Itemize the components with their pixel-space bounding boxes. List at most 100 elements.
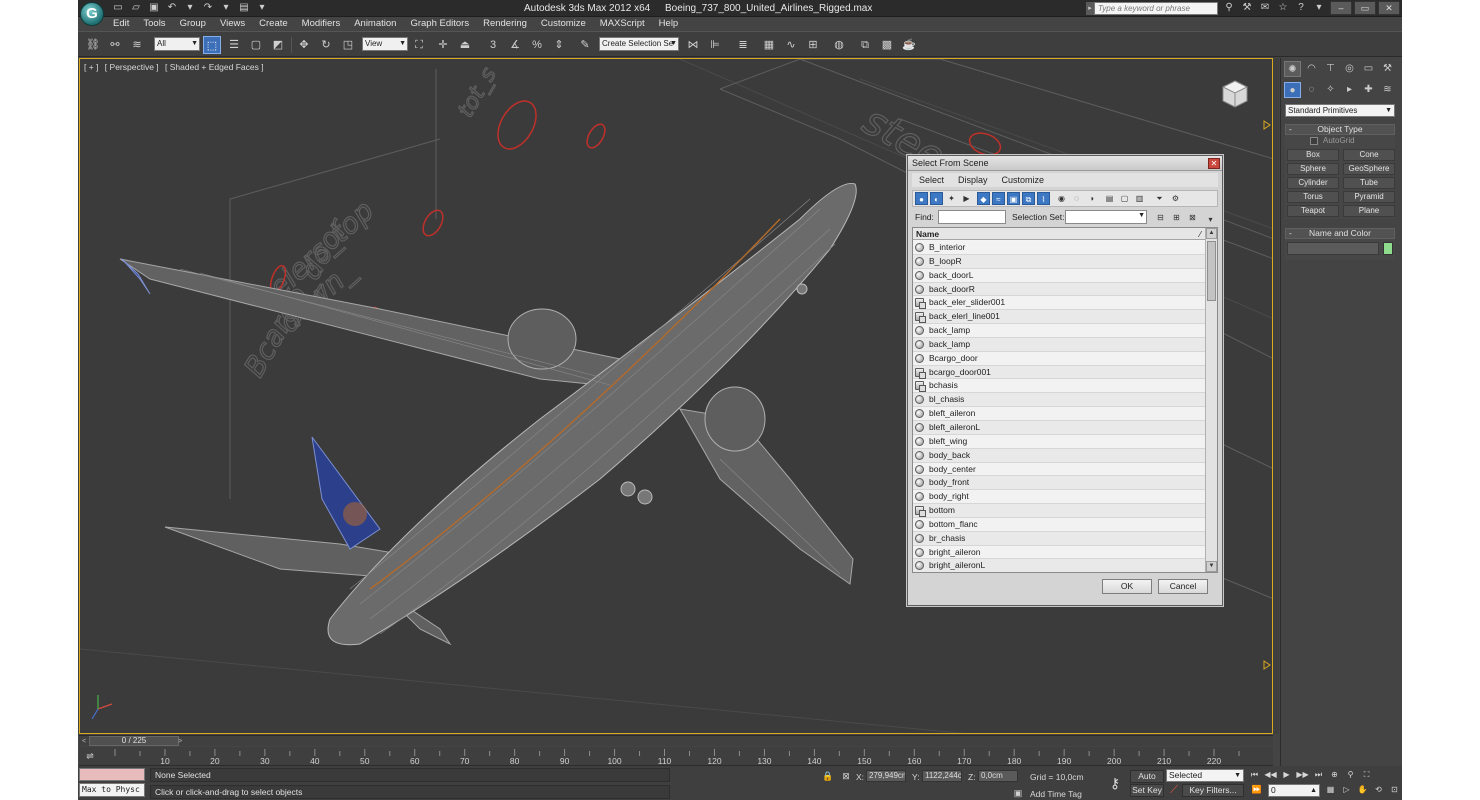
list-item[interactable]: br_chasis bbox=[913, 531, 1205, 546]
dialog-close-icon[interactable]: ✕ bbox=[1208, 158, 1220, 169]
scroll-up-icon[interactable]: ▲ bbox=[1206, 228, 1217, 239]
undo-icon[interactable]: ↶ bbox=[164, 1, 180, 15]
selection-lock-icon[interactable]: 🔒 bbox=[822, 770, 834, 782]
geometry-category-icon[interactable]: ● bbox=[1284, 82, 1301, 98]
list-item[interactable]: bchasis bbox=[913, 379, 1205, 394]
display-helpers-icon[interactable]: ◆ bbox=[977, 192, 990, 205]
list-scrollbar[interactable]: ▲ ▼ bbox=[1205, 228, 1217, 572]
z-coordinate-field[interactable]: 0,0cm bbox=[978, 770, 1018, 782]
select-object-icon[interactable]: ⬚ bbox=[203, 36, 221, 54]
dialog-menu-customize[interactable]: Customize bbox=[995, 173, 1052, 187]
maxscript-listener-input[interactable]: Max to Physc bbox=[79, 783, 145, 797]
edit-named-selection-icon[interactable]: ✎ bbox=[576, 36, 594, 54]
scroll-thumb[interactable] bbox=[1207, 241, 1216, 301]
auto-key-button[interactable]: Auto Key bbox=[1130, 770, 1164, 792]
menu-modifiers[interactable]: Modifiers bbox=[295, 17, 348, 31]
list-item[interactable]: body_back bbox=[913, 448, 1205, 463]
y-coordinate-field[interactable]: 1122,244cr bbox=[922, 770, 962, 782]
key-filters-button[interactable]: Key Filters... bbox=[1182, 784, 1244, 797]
field-of-view-icon[interactable]: ▷ bbox=[1340, 784, 1353, 796]
dialog-menu-display[interactable]: Display bbox=[951, 173, 995, 187]
name-and-color-rollout-header[interactable]: - Name and Color bbox=[1285, 228, 1395, 239]
unlink-selection-icon[interactable]: ⚯ bbox=[106, 36, 124, 54]
helpers-category-icon[interactable]: ✚ bbox=[1360, 82, 1377, 98]
named-selection-set-dropdown[interactable]: Create Selection Se ▼ bbox=[599, 37, 679, 51]
list-item[interactable]: bottom bbox=[913, 504, 1205, 518]
select-and-scale-icon[interactable]: ◳ bbox=[339, 36, 357, 54]
scroll-down-icon[interactable]: ▼ bbox=[1206, 561, 1217, 572]
display-tab-icon[interactable]: ▭ bbox=[1360, 61, 1377, 77]
menu-animation[interactable]: Animation bbox=[347, 17, 403, 31]
autogrid-checkbox[interactable] bbox=[1310, 137, 1318, 145]
maximize-button[interactable]: ▭ bbox=[1354, 1, 1376, 15]
menu-rendering[interactable]: Rendering bbox=[476, 17, 534, 31]
object-name-input[interactable] bbox=[1287, 242, 1379, 255]
list-item[interactable]: B_interior bbox=[913, 241, 1205, 255]
plane-button[interactable]: Plane bbox=[1343, 205, 1395, 217]
ok-button[interactable]: OK bbox=[1102, 579, 1152, 594]
redo-dropdown-icon[interactable]: ▾ bbox=[218, 1, 234, 15]
select-and-link-icon[interactable]: ⛓ bbox=[84, 36, 102, 54]
open-file-icon[interactable]: ▱ bbox=[128, 1, 144, 15]
display-space-warps-icon[interactable]: ≈ bbox=[992, 192, 1005, 205]
layer-manager-icon[interactable]: ≣ bbox=[734, 36, 752, 54]
menu-create[interactable]: Create bbox=[252, 17, 295, 31]
track-bar[interactable]: ⇌ 10 20 30 40 50 60 70 80 90 100 110 120 130 140 150 16… bbox=[79, 747, 1273, 766]
render-production-icon[interactable]: ☕ bbox=[900, 36, 918, 54]
spacewarps-category-icon[interactable]: ≋ bbox=[1379, 82, 1396, 98]
previous-frame-arrow-icon[interactable]: < bbox=[79, 737, 89, 746]
dialog-menu-select[interactable]: Select bbox=[912, 173, 951, 187]
binoculars-icon[interactable]: ⚲ bbox=[1222, 1, 1236, 15]
play-icon[interactable]: ▶ bbox=[1280, 769, 1293, 781]
menu-group[interactable]: Group bbox=[173, 17, 213, 31]
rectangular-selection-icon[interactable]: ▢ bbox=[247, 36, 265, 54]
list-item[interactable]: Bcargo_door bbox=[913, 351, 1205, 366]
selection-filter-dropdown[interactable]: All ▼ bbox=[154, 37, 200, 51]
previous-key-icon[interactable]: ◀◀ bbox=[1264, 769, 1277, 781]
display-bones-icon[interactable]: ⌇ bbox=[1037, 192, 1050, 205]
display-lights-icon[interactable]: ✦ bbox=[945, 192, 958, 205]
list-item[interactable]: bright_aileron bbox=[913, 545, 1205, 560]
quick-access-dropdown-icon[interactable]: ▾ bbox=[254, 1, 270, 15]
list-item[interactable]: B_loopR bbox=[913, 254, 1205, 269]
list-item[interactable]: back_elerl_line001 bbox=[913, 310, 1205, 325]
name-column-header[interactable]: Name ⁄ bbox=[913, 228, 1205, 240]
torus-button[interactable]: Torus bbox=[1287, 191, 1339, 203]
graphite-ribbon-icon[interactable]: ▦ bbox=[760, 36, 778, 54]
zoom-icon[interactable]: ⚲ bbox=[1344, 769, 1357, 781]
current-frame-field[interactable]: 0 ▲ bbox=[1268, 784, 1320, 797]
render-setup-icon[interactable]: ⧉ bbox=[856, 36, 874, 54]
curve-editor-icon[interactable]: ∿ bbox=[782, 36, 800, 54]
go-to-end-icon[interactable]: ⏭ bbox=[1312, 769, 1325, 781]
dialog-title[interactable]: Select From Scene bbox=[908, 156, 1222, 171]
set-key-button[interactable]: Set Key bbox=[1130, 784, 1164, 797]
bind-to-space-warp-icon[interactable]: ≋ bbox=[128, 36, 146, 54]
percent-snap-icon[interactable]: % bbox=[528, 36, 546, 54]
next-key-icon[interactable]: ▶▶ bbox=[1296, 769, 1309, 781]
list-item[interactable]: back_eler_slider001 bbox=[913, 296, 1205, 311]
pan-view-icon[interactable]: ✋ bbox=[1356, 784, 1369, 796]
select-by-name-icon[interactable]: ☰ bbox=[225, 36, 243, 54]
find-case-sensitive-icon[interactable]: ⊟ bbox=[1154, 211, 1167, 224]
time-configuration-icon[interactable]: ▦ bbox=[1324, 784, 1337, 796]
object-color-swatch[interactable] bbox=[1383, 242, 1393, 255]
zoom-all-icon[interactable]: ⛶ bbox=[1360, 769, 1373, 781]
keyboard-shortcut-override-icon[interactable]: ⏏ bbox=[456, 36, 474, 54]
select-and-move-icon[interactable]: ✥ bbox=[295, 36, 313, 54]
menu-views[interactable]: Views bbox=[213, 17, 252, 31]
x-coordinate-field[interactable]: 279,949cm bbox=[866, 770, 906, 782]
viewport-shading-menu[interactable]: [ Shaded + Edged Faces ] bbox=[165, 62, 264, 72]
list-item[interactable]: back_doorR bbox=[913, 282, 1205, 297]
close-window-button[interactable]: ✕ bbox=[1378, 1, 1400, 15]
angle-snap-icon[interactable]: ∡ bbox=[506, 36, 524, 54]
absolute-mode-icon[interactable]: ⊠ bbox=[840, 770, 852, 782]
cancel-button[interactable]: Cancel bbox=[1158, 579, 1208, 594]
menu-maxscript[interactable]: MAXScript bbox=[593, 17, 652, 31]
cameras-category-icon[interactable]: ▸ bbox=[1341, 82, 1358, 98]
save-file-icon[interactable]: ▣ bbox=[146, 1, 162, 15]
cylinder-button[interactable]: Cylinder bbox=[1287, 177, 1339, 189]
menu-edit[interactable]: Edit bbox=[106, 17, 136, 31]
viewport-label[interactable]: [ + ] [ Perspective ] [ Shaded + Edged F… bbox=[84, 62, 268, 72]
mirror-icon[interactable]: ⋈ bbox=[684, 36, 702, 54]
create-tab-icon[interactable]: ✺ bbox=[1284, 61, 1301, 77]
